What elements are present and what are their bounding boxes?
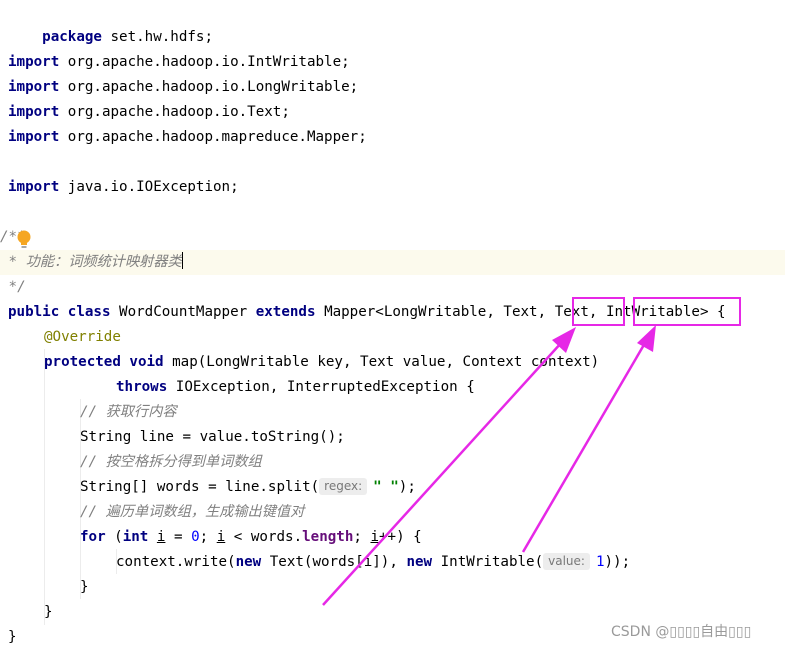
- arrowhead-intwritable: [637, 325, 656, 352]
- code-editor[interactable]: package set.hw.hdfs; import org.apache.h…: [0, 0, 785, 650]
- arrow-to-text: [322, 341, 563, 606]
- annotation-arrows: [322, 325, 656, 606]
- csdn-watermark: CSDN @▯▯▯▯自由▯▯▯: [611, 624, 752, 640]
- arrow-to-intwritable: [521, 342, 647, 553]
